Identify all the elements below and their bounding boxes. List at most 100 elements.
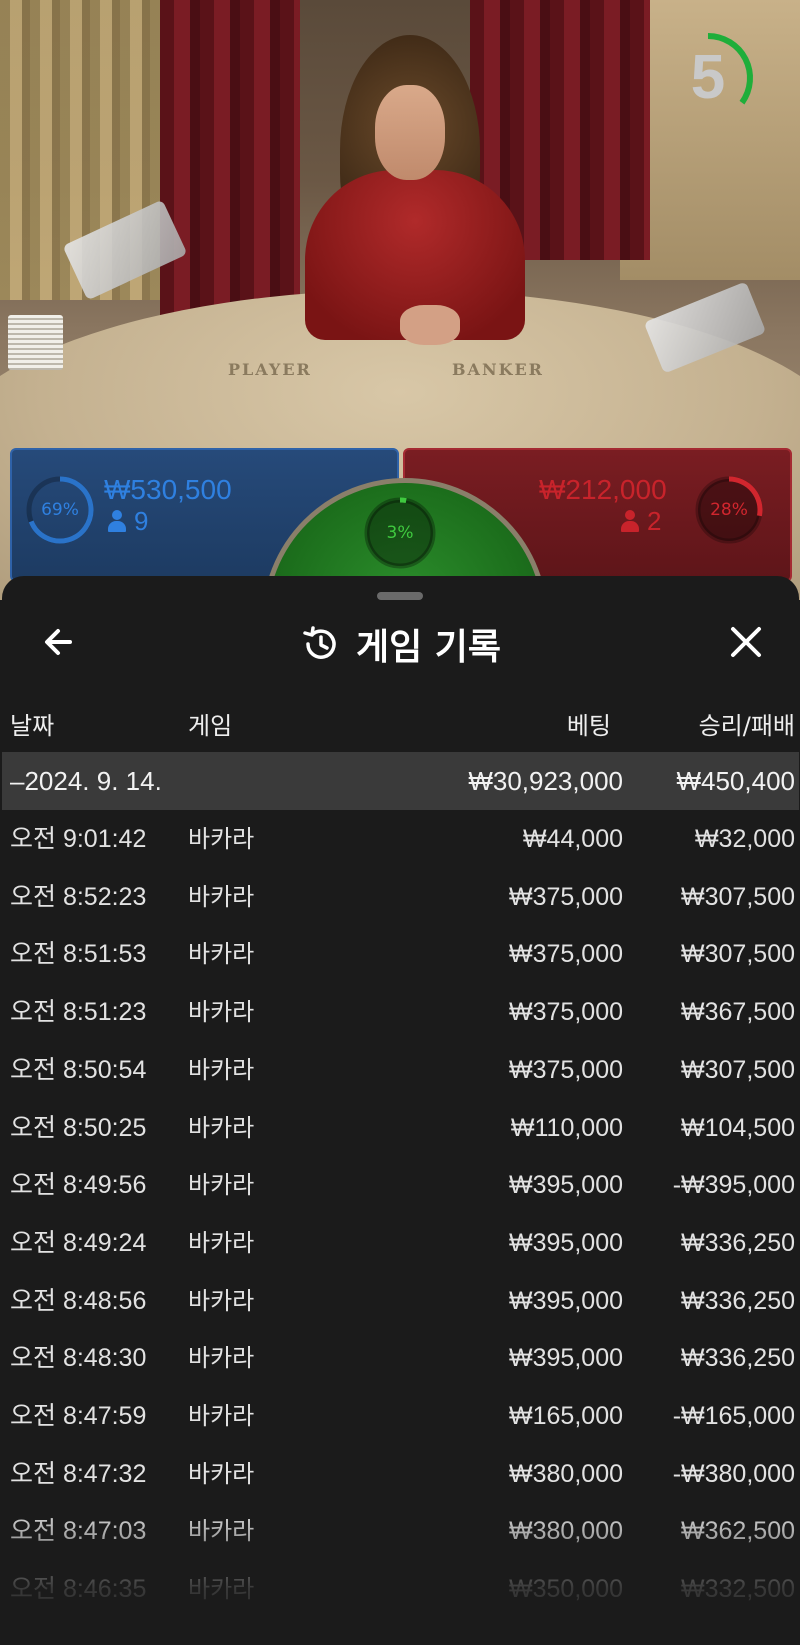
history-time: 오전 8:50:54 [10, 1055, 147, 1084]
player-bettor-count: 9 [134, 506, 149, 536]
sheet-title: 게임 기록 [355, 627, 501, 668]
tie-percent: 3% [386, 523, 414, 543]
dealer-face [375, 85, 445, 180]
history-row[interactable]: 오전 8:48:56 바카라 ₩395,000 ₩336,250 [2, 1272, 799, 1330]
history-row[interactable]: 오전 8:51:23 바카라 ₩375,000 ₩367,500 [2, 983, 799, 1041]
countdown-timer: 5 [668, 28, 768, 128]
history-bet: ₩395,000 [509, 1344, 623, 1373]
summary-bet: ₩30,923,000 [468, 766, 623, 796]
history-row[interactable]: 오전 8:49:56 바카라 ₩395,000 -₩395,000 [2, 1156, 799, 1214]
history-time: 오전 8:46:35 [10, 1575, 147, 1604]
history-bet: ₩375,000 [509, 940, 623, 969]
summary-win-loss: ₩450,400 [676, 766, 795, 796]
history-game: 바카라 [188, 1344, 255, 1373]
history-row[interactable]: 오전 8:47:59 바카라 ₩165,000 -₩165,000 [2, 1387, 799, 1445]
timer-value: 5 [690, 43, 726, 112]
sheet-header: 게임 기록 [2, 616, 799, 672]
history-time: 오전 8:47:59 [10, 1402, 147, 1430]
history-time: 오전 8:48:56 [10, 1286, 147, 1315]
history-win-loss: ₩367,500 [681, 998, 795, 1027]
close-icon [731, 627, 761, 657]
history-row[interactable]: 오전 8:50:25 바카라 ₩110,000 ₩104,500 [2, 1099, 799, 1157]
game-history-sheet: 게임 기록 날짜 게임 베팅 승리/패배 –2024. 9. 14. ₩30,9… [2, 576, 799, 1645]
history-win-loss: ₩104,500 [681, 1113, 795, 1142]
history-row[interactable]: 오전 8:47:32 바카라 ₩380,000 -₩380,000 [2, 1445, 799, 1503]
history-bet: ₩44,000 [522, 825, 623, 853]
column-header-win-loss[interactable]: 승리/패배 [699, 706, 795, 741]
history-icon [303, 626, 336, 659]
table-label-player: PLAYER [228, 360, 312, 379]
history-win-loss: -₩380,000 [672, 1459, 795, 1488]
history-game: 바카라 [188, 1228, 255, 1257]
person-icon [108, 510, 126, 532]
column-header-game[interactable]: 게임 [188, 706, 232, 741]
history-time: 오전 8:49:56 [10, 1171, 147, 1200]
banker-bet-amount: ₩212,000 [539, 474, 667, 505]
sheet-drag-handle[interactable] [377, 592, 423, 600]
history-bet: ₩165,000 [509, 1402, 623, 1430]
history-time: 오전 8:47:32 [10, 1459, 147, 1488]
player-bettors: 9 [108, 506, 148, 537]
history-time: 오전 8:51:53 [10, 940, 147, 969]
history-bet: ₩380,000 [509, 1459, 623, 1488]
column-header-date[interactable]: 날짜 [10, 706, 54, 741]
history-bet: ₩395,000 [509, 1228, 623, 1257]
player-percent: 69% [41, 500, 79, 520]
history-row[interactable]: 오전 8:50:54 바카라 ₩375,000 ₩307,500 [2, 1041, 799, 1099]
banker-bettors: 2 [621, 506, 661, 537]
history-win-loss: ₩336,250 [681, 1344, 795, 1373]
history-win-loss: ₩332,500 [681, 1575, 795, 1604]
history-time: 오전 8:48:30 [10, 1344, 147, 1373]
column-header-bet[interactable]: 베팅 [567, 706, 611, 741]
history-win-loss: ₩336,250 [681, 1286, 795, 1315]
card-stack [8, 315, 63, 370]
history-time: 오전 8:49:24 [10, 1228, 147, 1257]
history-game: 바카라 [188, 882, 255, 911]
history-time: 오전 9:01:42 [10, 825, 147, 853]
banker-bettor-count: 2 [647, 506, 662, 536]
history-win-loss: ₩336,250 [681, 1228, 795, 1257]
history-row[interactable]: 오전 8:47:03 바카라 ₩380,000 ₩362,500 [2, 1502, 799, 1560]
table-label-banker: BANKER [452, 360, 544, 379]
history-game: 바카라 [188, 940, 255, 969]
history-game: 바카라 [188, 1575, 255, 1604]
close-button[interactable] [724, 620, 768, 664]
history-bet: ₩395,000 [509, 1171, 623, 1200]
history-bet: ₩375,000 [509, 998, 623, 1027]
history-time: 오전 8:47:03 [10, 1517, 147, 1546]
history-row[interactable]: 오전 8:48:30 바카라 ₩395,000 ₩336,250 [2, 1329, 799, 1387]
history-win-loss: ₩362,500 [681, 1517, 795, 1546]
history-bet: ₩110,000 [510, 1113, 623, 1142]
history-row[interactable]: 오전 8:49:24 바카라 ₩395,000 ₩336,250 [2, 1214, 799, 1272]
history-row[interactable]: 오전 8:51:53 바카라 ₩375,000 ₩307,500 [2, 925, 799, 983]
player-bet-amount: ₩530,500 [104, 474, 232, 505]
history-time: 오전 8:50:25 [10, 1113, 147, 1142]
dealer-hands [400, 305, 460, 345]
history-game: 바카라 [188, 825, 255, 853]
date-summary-row[interactable]: –2024. 9. 14. ₩30,923,000 ₩450,400 [2, 752, 799, 810]
history-win-loss: -₩395,000 [672, 1171, 795, 1200]
history-row[interactable]: 오전 8:52:23 바카라 ₩375,000 ₩307,500 [2, 868, 799, 926]
history-row[interactable]: 오전 9:01:42 바카라 ₩44,000 ₩32,000 [2, 810, 799, 868]
history-game: 바카라 [188, 998, 255, 1027]
history-row[interactable]: 오전 8:46:35 바카라 ₩350,000 ₩332,500 [2, 1560, 799, 1618]
history-win-loss: ₩307,500 [681, 940, 795, 969]
history-time: 오전 8:52:23 [10, 882, 147, 911]
history-bet: ₩350,000 [509, 1575, 623, 1604]
history-game: 바카라 [188, 1171, 255, 1200]
history-time: 오전 8:51:23 [10, 998, 147, 1027]
history-bet: ₩375,000 [509, 1055, 623, 1084]
history-win-loss: ₩307,500 [681, 882, 795, 911]
history-game: 바카라 [188, 1402, 255, 1430]
banker-percent: 28% [710, 500, 748, 520]
history-bet: ₩395,000 [509, 1286, 623, 1315]
history-game: 바카라 [188, 1055, 255, 1084]
history-game: 바카라 [188, 1286, 255, 1315]
history-bet: ₩380,000 [509, 1517, 623, 1546]
history-win-loss: ₩32,000 [694, 825, 795, 853]
history-win-loss: ₩307,500 [681, 1055, 795, 1084]
red-curtain-left [160, 0, 300, 330]
history-game: 바카라 [188, 1113, 255, 1142]
history-win-loss: -₩165,000 [672, 1402, 795, 1430]
person-icon [621, 510, 639, 532]
